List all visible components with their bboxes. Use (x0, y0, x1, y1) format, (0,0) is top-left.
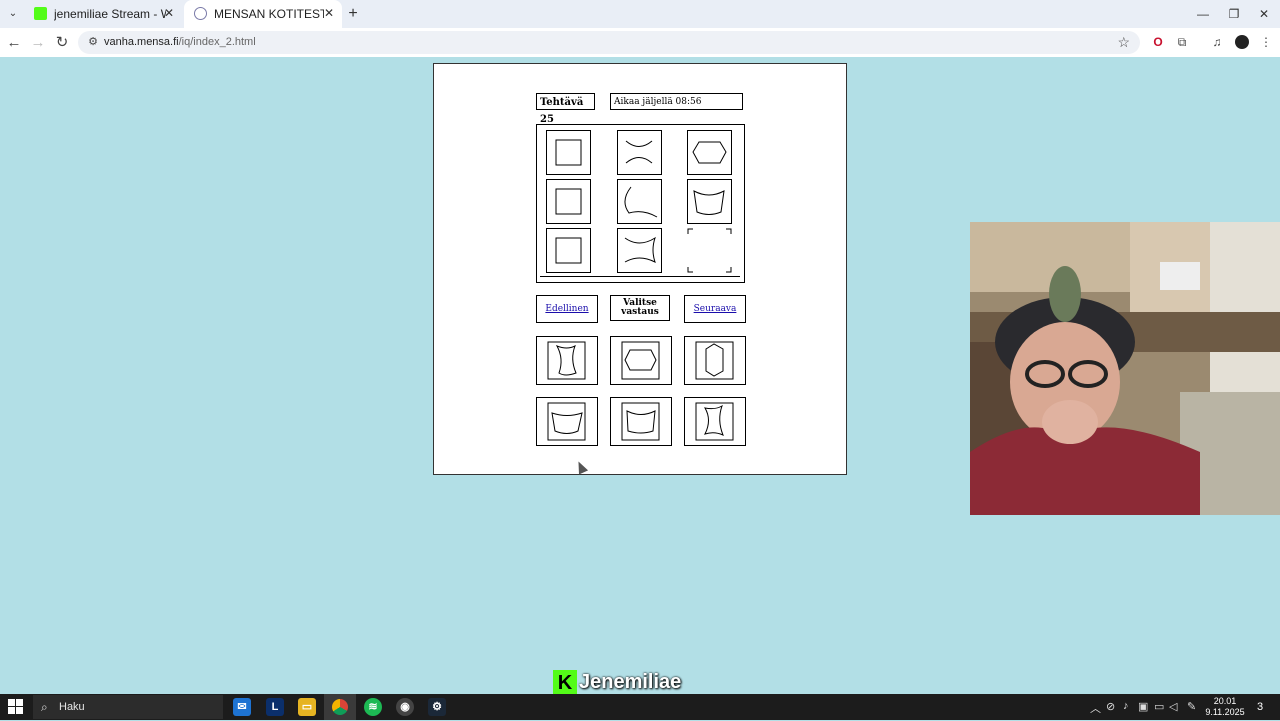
new-tab-plus-icon[interactable]: + (344, 5, 362, 23)
puzzle-matrix (536, 124, 745, 283)
matrix-cell-square (546, 130, 591, 175)
matrix-cell-square (546, 228, 591, 273)
next-button[interactable]: Seuraava (684, 295, 746, 323)
time-remaining: Aikaa jäljellä 08:56 (610, 93, 743, 110)
tray-app-icon[interactable]: ⊘ (1106, 700, 1115, 713)
search-placeholder: Haku (59, 701, 85, 713)
bookmark-star-icon[interactable]: ☆ (1117, 34, 1130, 51)
obs-app-icon[interactable]: ◉ (396, 698, 414, 716)
answer-option-3[interactable] (684, 336, 746, 385)
address-bar[interactable]: ⚙ vanha.mensa.fi/iq/index_2.html ☆ (78, 31, 1140, 54)
tab-search-chevron-icon[interactable]: ⌄ (4, 5, 22, 23)
restore-icon[interactable]: ❐ (1219, 4, 1249, 24)
clock-time: 20.01 (1213, 696, 1237, 706)
close-tab-icon[interactable]: ✕ (321, 5, 337, 21)
matrix-cell-curve-corner (617, 179, 662, 224)
next-link[interactable]: Seuraava (694, 304, 737, 314)
profile-avatar-icon[interactable] (1235, 35, 1249, 49)
kick-favicon-icon (34, 7, 47, 20)
matrix-divider (540, 276, 740, 277)
tray-display-icon[interactable]: ▣ (1138, 700, 1148, 713)
matrix-cell-hexagon (687, 130, 732, 175)
matrix-cell-bowed-shape (687, 179, 732, 224)
choose-answer-label: Valitse vastaus (610, 295, 670, 321)
task-number-label: Tehtävä 25 (536, 93, 595, 125)
tab-title: jenemiliae Stream - Watch Live (54, 7, 166, 21)
network-icon[interactable]: ▭ (1154, 700, 1164, 713)
forward-arrow-icon[interactable]: → (28, 33, 48, 53)
answer-option-5[interactable] (610, 397, 672, 446)
chrome-app-icon[interactable] (324, 694, 356, 720)
url-text: vanha.mensa.fi/iq/index_2.html (104, 36, 256, 48)
windows-start-icon[interactable] (8, 699, 24, 715)
notification-badge[interactable]: 3 (1252, 699, 1268, 715)
clock-date: 9.11.2025 (1205, 707, 1245, 717)
answer-option-1[interactable] (536, 336, 598, 385)
tab-kick-stream[interactable]: jenemiliae Stream - Watch Live ✕ (24, 0, 182, 28)
kick-logo-icon: K (553, 670, 577, 696)
windows-taskbar: ⌕ Haku ✉ L ▭ ≋ ◉ ⚙ ︿ ⊘ ♪ ▣ ▭ ◁ ✎ 20.01 9… (0, 694, 1280, 720)
taskbar-clock[interactable]: 20.01 9.11.2025 (1204, 696, 1246, 718)
previous-link[interactable]: Edellinen (545, 304, 588, 314)
microphone-icon[interactable]: ♪ (1123, 700, 1129, 712)
menu-kebab-icon[interactable]: ⋮ (1258, 34, 1274, 50)
browser-toolbar: ← → ↻ ⚙ vanha.mensa.fi/iq/index_2.html ☆… (0, 28, 1280, 57)
opera-extension-icon[interactable]: O (1150, 34, 1166, 50)
webcam-overlay (970, 222, 1280, 515)
outlook-app-icon[interactable]: ✉ (233, 698, 251, 716)
spotify-app-icon[interactable]: ≋ (364, 698, 382, 716)
matrix-cell-wavy-shape (617, 228, 662, 273)
tray-chevron-up-icon[interactable]: ︿ (1090, 700, 1101, 716)
extensions-puzzle-icon[interactable]: ⧉ (1174, 34, 1190, 50)
file-explorer-icon[interactable]: ▭ (298, 698, 316, 716)
previous-button[interactable]: Edellinen (536, 295, 598, 323)
tab-mensa-test[interactable]: MENSAN KOTITESTI ✕ (184, 0, 342, 28)
test-page: Tehtävä 25 Aikaa jäljellä 08:56 Edelline… (433, 63, 847, 475)
taskbar-search[interactable]: ⌕ Haku (33, 695, 223, 719)
streamer-name: Jenemiliae (579, 671, 682, 693)
matrix-cell-curves (617, 130, 662, 175)
matrix-cell-square (546, 179, 591, 224)
l-app-icon[interactable]: L (266, 698, 284, 716)
tab-title: MENSAN KOTITESTI (214, 7, 324, 21)
pen-icon[interactable]: ✎ (1187, 700, 1196, 713)
webcam-image (970, 222, 1280, 515)
site-info-icon[interactable]: ⚙ (86, 35, 100, 49)
volume-icon[interactable]: ◁ (1169, 700, 1177, 713)
answer-option-2[interactable] (610, 336, 672, 385)
back-arrow-icon[interactable]: ← (4, 33, 24, 53)
search-icon: ⌕ (41, 700, 48, 714)
close-tab-icon[interactable]: ✕ (161, 5, 177, 21)
close-window-icon[interactable]: ✕ (1249, 4, 1279, 24)
media-controls-icon[interactable]: ♫ (1209, 34, 1225, 50)
minimize-icon[interactable]: — (1188, 4, 1218, 24)
browser-titlebar: ⌄ jenemiliae Stream - Watch Live ✕ MENSA… (0, 0, 1280, 28)
matrix-cell-missing-answer (687, 228, 732, 273)
steam-app-icon[interactable]: ⚙ (428, 698, 446, 716)
answer-option-4[interactable] (536, 397, 598, 446)
reload-icon[interactable]: ↻ (52, 33, 72, 53)
answer-option-6[interactable] (684, 397, 746, 446)
mensa-favicon-icon (194, 7, 207, 20)
